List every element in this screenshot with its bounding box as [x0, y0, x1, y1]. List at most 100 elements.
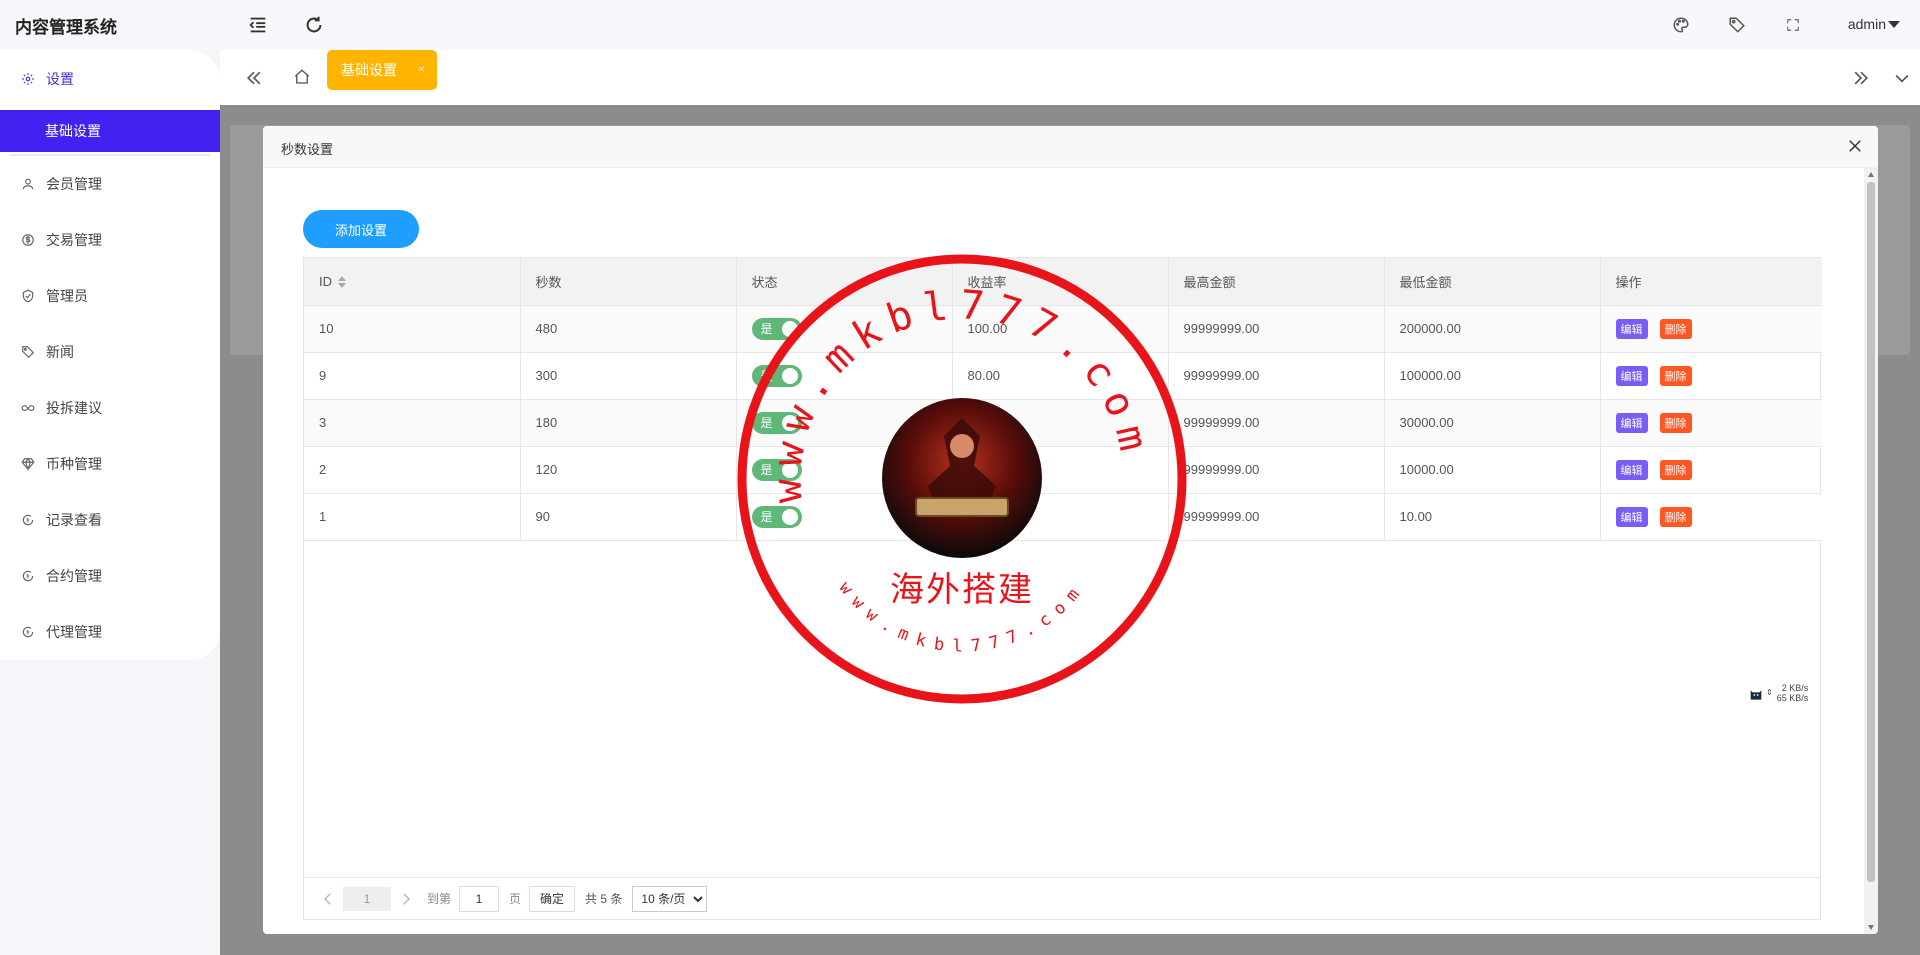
sidebar-item-suggestions[interactable]: 投拆建议: [0, 385, 220, 431]
sidebar-item-label: 投拆建议: [46, 400, 102, 416]
page-unit-label: 页: [509, 892, 522, 906]
column-header-actions: 操作: [1600, 258, 1822, 306]
cell-max: 99999999.00: [1168, 352, 1385, 400]
divider: [10, 154, 210, 156]
cell-actions: 编辑 删除: [1600, 493, 1822, 541]
fullscreen-icon[interactable]: [1786, 18, 1800, 32]
cell-id: 1: [304, 493, 521, 541]
delete-button[interactable]: 删除: [1659, 365, 1692, 386]
cell-min: 10.00: [1384, 493, 1601, 541]
double-chevron-right-icon[interactable]: [1851, 68, 1871, 88]
cell-id: 3: [304, 399, 521, 447]
cell-max: 99999999.00: [1168, 399, 1385, 447]
scroll-down-arrow[interactable]: [1868, 925, 1874, 930]
link-icon: [20, 400, 36, 416]
tab-bar: [220, 50, 1920, 105]
goto-label: 到第: [427, 892, 452, 906]
upload-speed: 2 KB/s: [1781, 683, 1809, 693]
app-title: 内容管理系统: [15, 18, 117, 37]
page-input[interactable]: [459, 885, 500, 912]
sidebar: 设置 基础设置 会员管理 交易管理 管理员 新闻 投拆建议 币种管理 记录查看 …: [0, 50, 220, 660]
dollar-icon: [20, 232, 36, 248]
column-header-seconds: 秒数: [520, 258, 737, 306]
scroll-thumb[interactable]: [1867, 182, 1875, 882]
sidebar-item-label: 设置: [46, 71, 74, 87]
top-bar: 内容管理系统 admin: [0, 0, 1920, 50]
watermark-stamp: www.mkbl777.com www.mkbl777.com 海外搭建: [733, 250, 1191, 708]
confirm-button[interactable]: 确定: [529, 885, 576, 912]
palette-icon[interactable]: [1672, 16, 1690, 34]
refresh-icon: [20, 568, 36, 584]
sidebar-item-currencies[interactable]: 币种管理: [0, 441, 220, 487]
sort-icon[interactable]: [338, 276, 346, 289]
cell-seconds: 300: [520, 352, 737, 400]
sidebar-item-label: 币种管理: [46, 456, 102, 472]
page-size-select[interactable]: 10 条/页: [632, 885, 708, 912]
chevron-down-icon[interactable]: [1892, 68, 1912, 88]
edit-button[interactable]: 编辑: [1615, 459, 1648, 480]
edit-button[interactable]: 编辑: [1615, 412, 1648, 433]
chevron-left-icon[interactable]: [319, 890, 337, 908]
cell-max: 99999999.00: [1168, 493, 1385, 541]
updown-icon: ⇕: [1766, 688, 1773, 697]
sidebar-item-contracts[interactable]: 合约管理: [0, 553, 220, 599]
delete-button[interactable]: 删除: [1659, 412, 1692, 433]
sidebar-item-agents[interactable]: 代理管理: [0, 609, 220, 655]
sidebar-item-records[interactable]: 记录查看: [0, 497, 220, 543]
sidebar-item-settings[interactable]: 设置: [0, 56, 220, 102]
cell-id: 10: [304, 305, 521, 353]
shield-icon: [20, 288, 36, 304]
download-speed: 65 KB/s: [1776, 693, 1809, 703]
sidebar-item-label: 会员管理: [46, 176, 102, 192]
total-count: 共 5 条: [585, 892, 623, 906]
sidebar-item-admins[interactable]: 管理员: [0, 273, 220, 319]
delete-button[interactable]: 删除: [1659, 459, 1692, 480]
cell-actions: 编辑 删除: [1600, 446, 1822, 494]
modal-header: 秒数设置: [263, 126, 1878, 168]
cell-seconds: 120: [520, 446, 737, 494]
gear-icon: [20, 71, 36, 87]
sidebar-item-label: 记录查看: [46, 512, 102, 528]
cell-seconds: 480: [520, 305, 737, 353]
caret-down-icon[interactable]: [1888, 21, 1900, 28]
edit-button[interactable]: 编辑: [1615, 318, 1648, 339]
cell-actions: 编辑 删除: [1600, 305, 1822, 353]
cell-max: 99999999.00: [1168, 446, 1385, 494]
home-icon[interactable]: [293, 68, 311, 86]
user-menu[interactable]: admin: [1848, 16, 1886, 32]
column-header-id[interactable]: ID: [304, 258, 521, 306]
refresh-icon[interactable]: [303, 14, 325, 36]
speed-values: 2 KB/s 65 KB/s: [1777, 683, 1809, 703]
cell-id: 9: [304, 352, 521, 400]
user-icon: [20, 176, 36, 192]
column-header-min: 最低金额: [1384, 258, 1601, 306]
modal-scrollbar[interactable]: [1864, 168, 1878, 934]
edit-button[interactable]: 编辑: [1615, 506, 1648, 527]
tag-icon[interactable]: [1728, 16, 1746, 34]
cell-min: 200000.00: [1384, 305, 1601, 353]
add-setting-button[interactable]: 添加设置: [303, 210, 419, 248]
close-icon[interactable]: ×: [418, 62, 425, 76]
scroll-up-arrow[interactable]: [1868, 172, 1874, 177]
sidebar-item-label: 管理员: [46, 288, 88, 304]
sidebar-item-label: 新闻: [46, 344, 74, 360]
cell-seconds: 90: [520, 493, 737, 541]
close-icon[interactable]: [1846, 137, 1864, 155]
sidebar-item-news[interactable]: 新闻: [0, 329, 220, 375]
sidebar-item-trades[interactable]: 交易管理: [0, 217, 220, 263]
sidebar-item-members[interactable]: 会员管理: [0, 161, 220, 207]
menu-collapse-icon[interactable]: [247, 14, 269, 36]
edit-button[interactable]: 编辑: [1615, 365, 1648, 386]
stamp-chinese-text: 海外搭建: [890, 570, 1034, 610]
double-chevron-left-icon[interactable]: [244, 68, 264, 88]
tab-basic-settings[interactable]: 基础设置 ×: [327, 50, 437, 90]
current-page[interactable]: 1: [343, 886, 391, 911]
chevron-right-icon[interactable]: [397, 890, 415, 908]
sidebar-item-basic-settings[interactable]: 基础设置: [0, 110, 220, 152]
modal-title: 秒数设置: [281, 142, 334, 157]
delete-button[interactable]: 删除: [1659, 506, 1692, 527]
refresh-icon: [20, 624, 36, 640]
cell-min: 10000.00: [1384, 446, 1601, 494]
network-speed-widget[interactable]: ⇕ 2 KB/s 65 KB/s: [1748, 683, 1808, 703]
delete-button[interactable]: 删除: [1659, 318, 1692, 339]
